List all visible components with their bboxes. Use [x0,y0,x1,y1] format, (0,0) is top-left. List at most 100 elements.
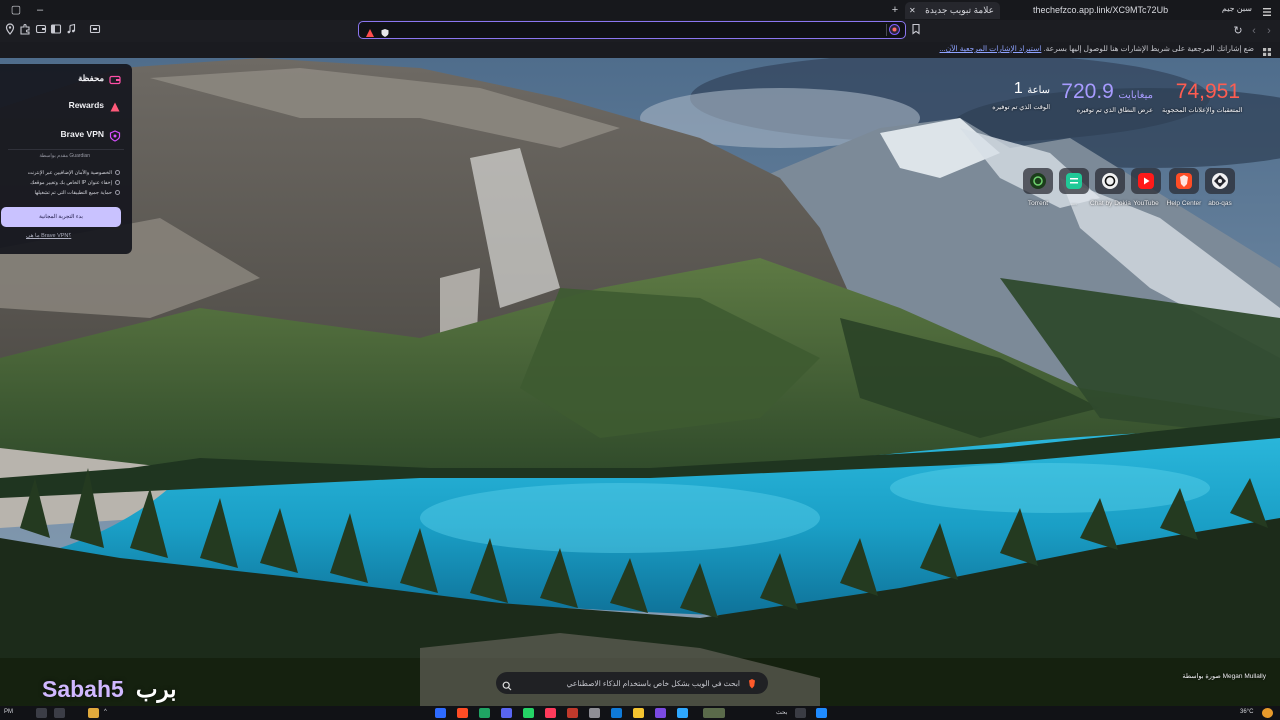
taskbar-app-icon[interactable] [677,708,688,718]
weather-sun-icon[interactable] [1262,708,1273,718]
panel-item-wallet[interactable]: محفظة [0,70,132,88]
top-site-chat[interactable] [1095,168,1125,194]
import-bookmarks-link[interactable]: استيراد الإشارات المرجعية الآن... [939,44,1041,53]
back-button[interactable]: ‹ [1246,23,1262,39]
chatgpt-icon [1102,173,1118,189]
watermark-arabic: برب [135,676,177,702]
brave-lion-icon [1176,173,1192,189]
sidebar-icon[interactable] [48,23,64,39]
taskbar-app-icon[interactable] [589,708,600,718]
taskbar-app-icon[interactable] [479,708,490,718]
url-divider [886,24,887,36]
leo-ai-icon[interactable] [889,24,900,35]
brave-talk-icon [1212,173,1228,189]
top-site-help-center[interactable] [1169,168,1199,194]
top-site-label: YouTube [1133,200,1159,207]
rewards-triangle-icon [109,100,121,112]
notification-icon[interactable] [88,708,99,718]
taskbar-app-icon[interactable] [655,708,666,718]
bookmark-icon[interactable] [908,23,924,39]
reload-button[interactable]: ↻ [1230,23,1246,39]
stat-bandwidth-value: 720.9 [1061,80,1114,103]
taskbar-explorer-icon[interactable] [633,708,644,718]
stat-trackers-value: 74,951 [1175,80,1240,103]
top-site-label: Chat by Dokia [1090,200,1131,207]
music-note-icon[interactable] [63,23,79,39]
volume-icon[interactable] [54,708,65,718]
profile-name[interactable]: سبن جيم [1222,4,1252,13]
new-tab-button[interactable]: + [887,2,903,18]
brave-rewards-icon[interactable] [365,25,375,37]
taskbar-search-icon[interactable] [795,708,806,718]
taskbar-app-icon[interactable] [545,708,556,718]
panel-item-label: Brave VPN [60,129,104,139]
panel-item-label: محفظة [78,73,104,83]
brave-shields-icon[interactable] [380,25,390,37]
vpn-feature-ip: إخفاء عنوان IP الخاص بك وتغيير موقعك [30,180,112,186]
taskbar-edge-icon[interactable] [611,708,622,718]
minimize-window-button[interactable]: – [32,2,48,18]
top-site-abo-qas[interactable] [1205,168,1235,194]
chevron-up-icon[interactable]: ^ [104,709,107,715]
check-icon [115,170,120,175]
stat-trackers-caption: المتعقبات والإعلانات المحجوبة [1162,107,1243,114]
hamburger-icon[interactable] [1262,4,1272,16]
taskbar-app-icon[interactable] [523,708,534,718]
tab-new-tab[interactable]: ✕ علامة تبويب جديدة [905,2,1000,19]
stat-time: 1 ساعة الوقت الذي تم توفيره [990,80,1050,111]
brave-search-icon[interactable] [746,677,758,689]
windows-start-icon[interactable] [816,708,827,718]
stat-trackers: 74,951 المتعقبات والإعلانات المحجوبة [1162,80,1243,114]
search-input[interactable] [514,676,740,690]
restore-window-button[interactable]: ▢ [8,2,24,18]
stat-time-caption: الوقت الذي تم توفيره [992,104,1050,111]
check-icon [115,190,120,195]
vpn-feature-privacy: الخصوصية والأمان الإضافيين عبر الإنترنت [27,170,112,176]
video-watermark: Sabah5 برب [42,676,177,703]
wifi-icon[interactable] [36,708,47,718]
taskbar-app-icon[interactable] [567,708,578,718]
stat-time-unit: ساعة [1027,85,1050,96]
search-box[interactable] [496,672,768,694]
bookmarks-hint: ضع إشاراتك المرجعية على شريط الإشارات هن… [1043,44,1254,53]
top-site-torrent[interactable] [1023,168,1053,194]
what-is-vpn-link[interactable]: ما هي Brave VPN؟ [26,233,71,239]
start-free-trial-button[interactable]: بدء التجربة المجانية [1,207,121,227]
photo-credit[interactable]: صورة بواسطة Megan Mullally [1182,672,1266,680]
stat-bandwidth-caption: عرض النطاق الذي تم توفيره [1076,107,1153,114]
search-icon [502,678,512,691]
taskbar-weather[interactable]: 36°C [1240,709,1253,715]
top-site-label: Help Center [1166,200,1202,207]
taskbar-search-label[interactable]: بحث [776,709,787,716]
forward-button[interactable]: › [1261,23,1277,39]
bookmarks-bar: ضع إشاراتك المرجعية على شريط الإشارات هن… [0,42,1280,58]
wallet-icon [109,73,121,85]
address-bar[interactable] [358,21,906,39]
green-grid-icon [1066,173,1082,189]
check-icon [115,180,120,185]
brave-services-panel: محفظة Rewards Brave VPN مقدم بواسطة Guar… [0,64,132,254]
background-photo [0,58,1280,706]
wallet-toolbar-icon[interactable] [33,23,49,39]
url-input[interactable] [395,23,875,37]
panel-item-vpn[interactable]: Brave VPN [0,126,132,144]
panel-item-label: Rewards [68,100,104,110]
taskbar-time[interactable]: PM [4,709,13,715]
tab-close-icon[interactable]: ✕ [909,2,916,19]
panel-item-rewards[interactable]: Rewards [0,97,132,115]
taskbar-wallpaper-thumb[interactable] [703,708,725,718]
top-site-label: Torrent [1027,200,1049,207]
taskbar-app-icon[interactable] [435,708,446,718]
top-site-green[interactable] [1059,168,1089,194]
bookmarks-message: ضع إشاراتك المرجعية على شريط الإشارات هن… [939,44,1254,53]
location-pin-icon[interactable] [2,23,18,39]
top-site-youtube[interactable] [1131,168,1161,194]
top-site-label: abo-qas [1208,200,1232,207]
taskbar-brave-icon[interactable] [457,708,468,718]
screenshot-icon[interactable] [87,23,103,39]
tab-link[interactable]: thechefzco.app.link/XC9MTc72Ub [1000,2,1200,19]
puzzle-extension-icon[interactable] [17,23,33,39]
guardian-credit: مقدم بواسطة Guardian [39,153,90,159]
bookmarks-grid-icon[interactable] [1262,44,1272,56]
taskbar-app-icon[interactable] [501,708,512,718]
